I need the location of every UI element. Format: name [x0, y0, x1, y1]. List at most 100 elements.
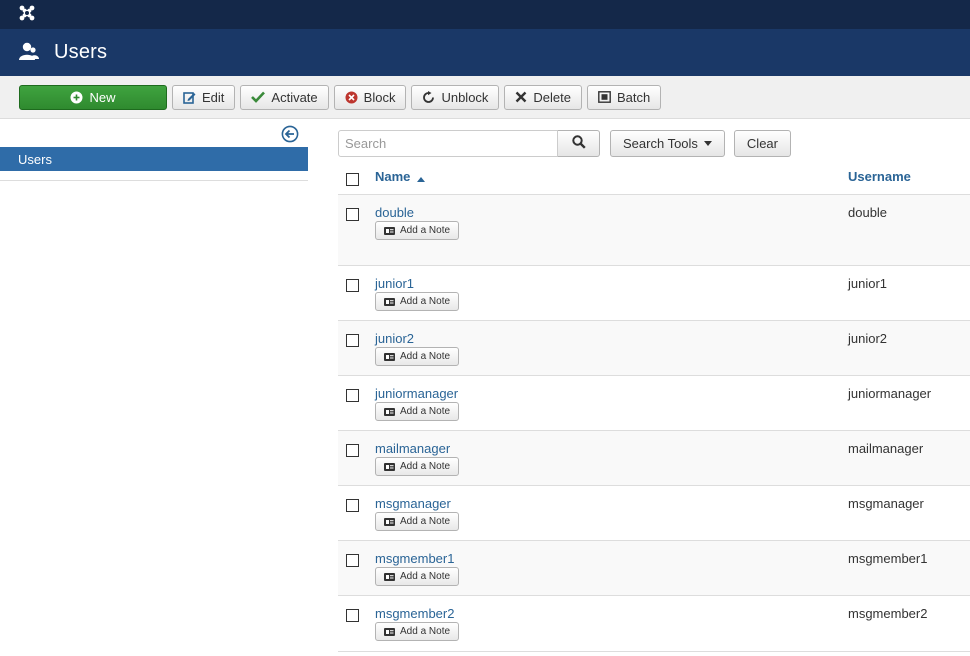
- search-button[interactable]: [558, 130, 600, 157]
- unblock-button-label: Unblock: [441, 89, 489, 105]
- user-name-link[interactable]: msgmember2: [375, 606, 454, 621]
- batch-button-label: Batch: [617, 89, 651, 105]
- new-button-label: New: [89, 89, 116, 105]
- edit-button-label: Edit: [202, 89, 225, 105]
- note-icon: [384, 462, 395, 471]
- add-note-button[interactable]: Add a Note: [375, 567, 459, 586]
- refresh-icon: [422, 90, 435, 104]
- block-button-label: Block: [363, 89, 396, 105]
- note-icon: [384, 352, 395, 361]
- table-row: msgmember2 Add a Note msgmember2: [338, 596, 970, 652]
- table-row: mailmanager Add a Note mailmanager: [338, 431, 970, 486]
- page-title: Users: [54, 41, 108, 63]
- add-note-label: Add a Note: [400, 225, 451, 236]
- select-all-checkbox[interactable]: [346, 173, 359, 186]
- column-header-username[interactable]: Username: [848, 169, 911, 184]
- clear-button[interactable]: Clear: [733, 130, 791, 157]
- delete-button-label: Delete: [533, 89, 571, 105]
- close-icon: [515, 91, 527, 103]
- search-input[interactable]: [338, 130, 558, 157]
- add-note-button[interactable]: Add a Note: [375, 347, 459, 366]
- row-checkbox[interactable]: [346, 609, 359, 622]
- username-cell: junior2: [848, 331, 888, 346]
- add-note-button[interactable]: Add a Note: [375, 512, 459, 531]
- sidebar-collapse-icon[interactable]: [281, 125, 299, 146]
- note-icon: [384, 226, 395, 235]
- batch-button[interactable]: Batch: [587, 84, 662, 110]
- add-note-label: Add a Note: [400, 516, 451, 527]
- user-name-link[interactable]: msgmanager: [375, 496, 451, 511]
- add-note-label: Add a Note: [400, 351, 451, 362]
- user-name-link[interactable]: junior2: [375, 331, 414, 346]
- search-tools-label: Search Tools: [623, 136, 698, 151]
- add-note-button[interactable]: Add a Note: [375, 402, 459, 421]
- username-cell: msgmanager: [848, 496, 924, 511]
- plus-circle-icon: [70, 91, 83, 104]
- sidebar: Users: [0, 119, 308, 181]
- user-name-link[interactable]: juniormanager: [375, 386, 458, 401]
- sidebar-item-label: Users: [18, 151, 52, 167]
- table-row: msgmember1 Add a Note msgmember1: [338, 541, 970, 596]
- username-cell: double: [848, 205, 888, 220]
- sidebar-item-users[interactable]: Users: [0, 147, 308, 171]
- note-icon: [384, 572, 395, 581]
- clear-button-label: Clear: [746, 136, 778, 151]
- add-note-label: Add a Note: [400, 571, 451, 582]
- search-bar: Search Tools Clear: [338, 130, 791, 157]
- table-row: juniormanager Add a Note juniormanager: [338, 376, 970, 431]
- new-button[interactable]: New: [19, 84, 167, 110]
- row-checkbox[interactable]: [346, 499, 359, 512]
- user-name-link[interactable]: double: [375, 205, 414, 220]
- table-body: double Add a Note double junior1 Add a Note j…: [338, 195, 970, 652]
- username-cell: msgmember2: [848, 606, 928, 621]
- users-table: Name Username double Add a Note double juni…: [338, 160, 970, 652]
- add-note-label: Add a Note: [400, 626, 451, 637]
- row-checkbox[interactable]: [346, 554, 359, 567]
- toolbar: New Edit Activate Block Unblock Delete B…: [0, 76, 970, 119]
- page-header: Users: [0, 29, 970, 76]
- note-icon: [384, 517, 395, 526]
- column-header-name[interactable]: Name: [375, 169, 426, 185]
- note-icon: [384, 407, 395, 416]
- checkmark-icon: [251, 91, 266, 103]
- username-cell: mailmanager: [848, 441, 924, 456]
- table-row: msgmanager Add a Note msgmanager: [338, 486, 970, 541]
- users-icon: [18, 41, 40, 64]
- sort-ascending-icon: [417, 170, 426, 185]
- add-note-button[interactable]: Add a Note: [375, 457, 459, 476]
- add-note-button[interactable]: Add a Note: [375, 292, 459, 311]
- add-note-button[interactable]: Add a Note: [375, 221, 459, 240]
- add-note-label: Add a Note: [400, 461, 451, 472]
- table-row: double Add a Note double: [338, 195, 970, 266]
- note-icon: [384, 627, 395, 636]
- search-tools-button[interactable]: Search Tools: [610, 130, 725, 157]
- row-checkbox[interactable]: [346, 444, 359, 457]
- row-checkbox[interactable]: [346, 208, 359, 221]
- username-cell: junior1: [848, 276, 888, 291]
- user-name-link[interactable]: mailmanager: [375, 441, 450, 456]
- add-note-label: Add a Note: [400, 406, 451, 417]
- table-header: Name Username: [338, 160, 970, 195]
- username-cell: juniormanager: [848, 386, 932, 401]
- row-checkbox[interactable]: [346, 389, 359, 402]
- table-row: junior2 Add a Note junior2: [338, 321, 970, 376]
- edit-button[interactable]: Edit: [172, 84, 236, 110]
- top-bar: [0, 0, 970, 29]
- block-icon: [345, 91, 358, 104]
- activate-button[interactable]: Activate: [240, 84, 329, 110]
- table-row: junior1 Add a Note junior1: [338, 266, 970, 321]
- block-button[interactable]: Block: [333, 84, 407, 110]
- username-cell: msgmember1: [848, 551, 928, 566]
- delete-button[interactable]: Delete: [504, 84, 582, 110]
- note-icon: [384, 297, 395, 306]
- add-note-button[interactable]: Add a Note: [375, 622, 459, 641]
- unblock-button[interactable]: Unblock: [411, 84, 500, 110]
- joomla-logo-icon[interactable]: [18, 4, 36, 25]
- search-icon: [571, 135, 586, 152]
- row-checkbox[interactable]: [346, 279, 359, 292]
- user-name-link[interactable]: msgmember1: [375, 551, 454, 566]
- batch-icon: [598, 91, 611, 103]
- user-name-link[interactable]: junior1: [375, 276, 414, 291]
- row-checkbox[interactable]: [346, 334, 359, 347]
- add-note-label: Add a Note: [400, 296, 451, 307]
